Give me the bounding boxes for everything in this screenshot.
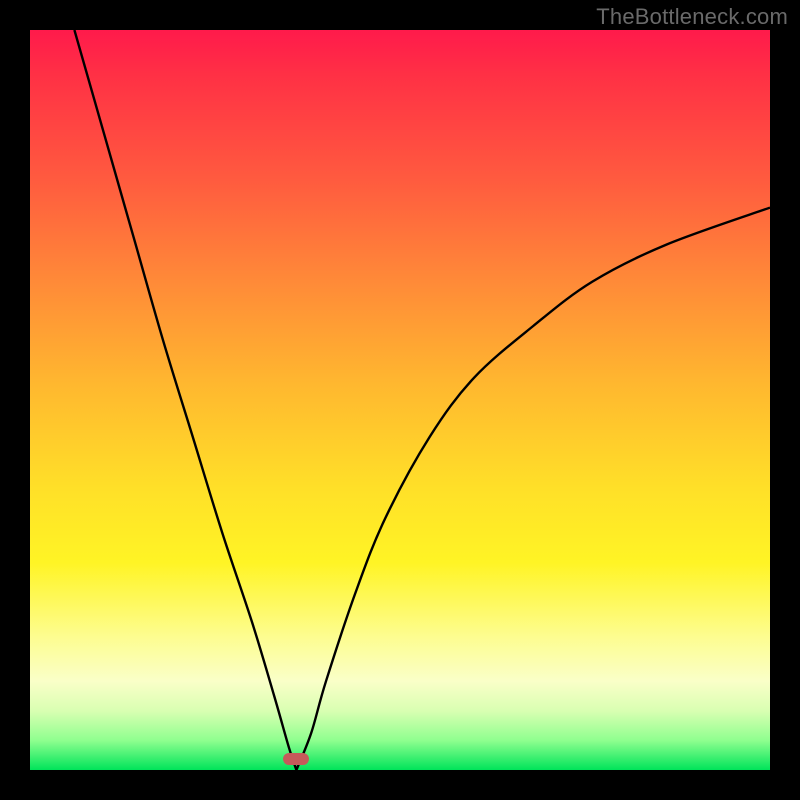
right-branch-curve [296, 208, 770, 770]
watermark-text: TheBottleneck.com [596, 4, 788, 30]
left-branch-curve [74, 30, 296, 770]
curve-layer [30, 30, 770, 770]
plot-area [30, 30, 770, 770]
chart-frame: TheBottleneck.com [0, 0, 800, 800]
minimum-marker [283, 753, 309, 765]
